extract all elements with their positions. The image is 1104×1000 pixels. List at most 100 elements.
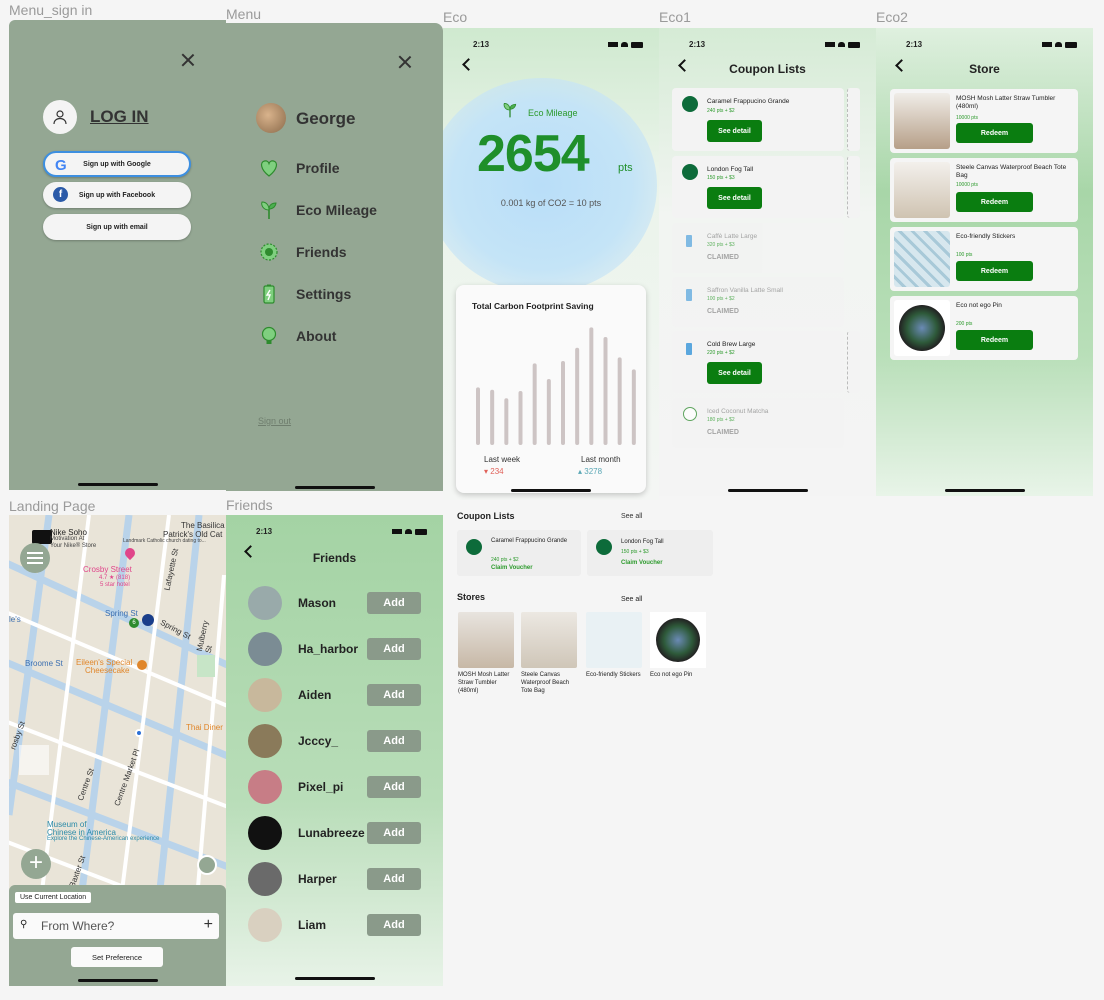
leaf-logo-icon: [683, 407, 697, 421]
coupon-stub: [847, 331, 860, 393]
map-label: Motivation At: [50, 536, 85, 542]
add-friend-button[interactable]: Add: [367, 868, 421, 890]
back-icon[interactable]: [462, 58, 475, 71]
coupon-preview-name: London Fog Tall: [621, 539, 664, 545]
store-item[interactable]: Eco-friendly Stickers 100 pts Redeem: [890, 227, 1078, 291]
landing-screen: Nike Soho Motivation At Your Nike® Store…: [9, 515, 226, 986]
user-avatar[interactable]: [256, 103, 286, 133]
add-friend-button[interactable]: Add: [367, 730, 421, 752]
status-bar: 2:13: [473, 40, 643, 49]
claim-voucher-link[interactable]: Claim Voucher: [491, 565, 533, 571]
from-where-placeholder: From Where?: [41, 919, 115, 933]
google-signup-button[interactable]: G Sign up with Google: [43, 151, 191, 177]
coupon-card[interactable]: London Fog Tall 150 pts + $3 See detail: [672, 156, 844, 218]
coupon-name: Iced Coconut Matcha: [707, 408, 769, 415]
menu-item-profile[interactable]: Profile: [258, 157, 340, 179]
eco-scroll-section: Coupon Lists See all Caramel Frappucino …: [443, 500, 733, 710]
avatar: [248, 908, 282, 942]
menu-item-friends[interactable]: Friends: [258, 241, 347, 263]
current-location-dot: [135, 729, 143, 737]
friend-name: Lunabreeze: [298, 826, 365, 840]
claimed-label: CLAIMED: [707, 254, 739, 261]
see-detail-button[interactable]: See detail: [707, 120, 762, 142]
coupons-see-all-link[interactable]: See all: [621, 513, 642, 520]
set-preference-button[interactable]: Set Preference: [71, 947, 163, 967]
menu-item-settings[interactable]: Settings: [258, 283, 351, 305]
stores-see-all-link[interactable]: See all: [621, 596, 642, 603]
email-signup-button[interactable]: Sign up with email: [43, 214, 191, 240]
chart-bar: [603, 337, 608, 445]
menu-item-about[interactable]: About: [258, 325, 336, 347]
claim-voucher-link[interactable]: Claim Voucher: [621, 560, 663, 566]
redeem-button[interactable]: Redeem: [956, 192, 1033, 212]
store-item[interactable]: Steele Canvas Waterproof Beach Tote Bag …: [890, 158, 1078, 222]
login-title[interactable]: LOG IN: [90, 107, 149, 127]
store-item[interactable]: MOSH Mosh Latter Straw Tumbler (480ml) 1…: [890, 89, 1078, 153]
add-button[interactable]: +: [21, 849, 51, 879]
redeem-button[interactable]: Redeem: [956, 330, 1033, 350]
restaurant-pin-icon[interactable]: [137, 660, 147, 670]
use-current-location-button[interactable]: Use Current Location: [15, 892, 92, 903]
subway-icon[interactable]: [142, 614, 154, 626]
bottom-sheet: Use Current Location ⚲ From Where? + Set…: [9, 885, 226, 986]
store-thumb-stickers[interactable]: [586, 612, 642, 668]
coupon-preview-card[interactable]: London Fog Tall 150 pts + $3 Claim Vouch…: [587, 530, 713, 576]
menu-item-about-label: About: [296, 328, 337, 344]
redeem-button[interactable]: Redeem: [956, 123, 1033, 143]
coupon-pts: 100 pts + $2: [707, 296, 735, 302]
frame-label-eco2: Eco2: [876, 9, 908, 25]
store-thumb-tote[interactable]: [521, 612, 577, 668]
coupon-name: Cold Brew Large: [707, 341, 756, 348]
store-item[interactable]: Eco not ego Pin 200 pts Redeem: [890, 296, 1078, 360]
frame-label-menu: Menu: [226, 6, 262, 22]
add-friend-button[interactable]: Add: [367, 822, 421, 844]
last-month-label: Last month: [581, 455, 621, 464]
coupon-lists-screen: 2:13 Coupon Lists Caramel Frappucino Gra…: [659, 28, 876, 496]
chart-bar: [631, 369, 636, 445]
home-indicator: [77, 483, 158, 486]
eco-screen: 2:13 Eco Mileage 2654 pts 0.001 kg of CO…: [443, 28, 659, 500]
store-thumb-pin[interactable]: [650, 612, 706, 668]
avatar: [248, 632, 282, 666]
menu-item-profile-label: Profile: [296, 160, 340, 176]
menu-item-friends-label: Friends: [296, 244, 347, 260]
coupon-stub: [847, 88, 860, 151]
redeem-button[interactable]: Redeem: [956, 261, 1033, 281]
coupon-preview-card[interactable]: Caramel Frappucino Grande 240 pts + $2 C…: [457, 530, 581, 576]
locate-icon[interactable]: [197, 855, 217, 875]
add-friend-button[interactable]: Add: [367, 592, 421, 614]
add-friend-button[interactable]: Add: [367, 638, 421, 660]
frame-label-landing: Landing Page: [9, 498, 96, 514]
hamburger-menu-button[interactable]: [20, 543, 50, 573]
claimed-label: CLAIMED: [707, 308, 739, 315]
tumbler-image: [894, 93, 950, 149]
see-detail-button[interactable]: See detail: [707, 362, 762, 384]
sprout-icon: [261, 201, 277, 219]
map-label: Broome St: [25, 659, 63, 668]
coupon-card[interactable]: Cold Brew Large 220 pts + $2 See detail: [672, 331, 844, 393]
signout-link[interactable]: Sign out: [258, 416, 291, 426]
avatar: [248, 724, 282, 758]
page-title: Store: [969, 62, 1000, 76]
last-week-label: Last week: [484, 455, 521, 464]
add-friend-button[interactable]: Add: [367, 776, 421, 798]
coupon-lists-header: Coupon Lists: [457, 511, 515, 521]
chart-bar: [532, 363, 537, 445]
map-label: Spring St: [105, 609, 138, 618]
plus-icon[interactable]: +: [204, 916, 213, 934]
from-where-input[interactable]: ⚲ From Where? +: [13, 913, 219, 939]
add-friend-button[interactable]: Add: [367, 914, 421, 936]
status-icons: [1042, 40, 1077, 49]
add-friend-button[interactable]: Add: [367, 684, 421, 706]
store-thumb-tumbler[interactable]: [458, 612, 514, 668]
map-label: Cheesecake: [85, 666, 130, 675]
map-label: Crosby Street: [83, 565, 132, 574]
close-icon[interactable]: [181, 53, 195, 67]
menu-item-eco-mileage[interactable]: Eco Mileage: [258, 199, 377, 221]
see-detail-button[interactable]: See detail: [707, 187, 762, 209]
close-icon[interactable]: [398, 55, 412, 69]
status-icons: [825, 40, 860, 49]
facebook-signup-button[interactable]: f Sign up with Facebook: [43, 182, 191, 208]
coupon-card[interactable]: Caramel Frappucino Grande 240 pts + $2 S…: [672, 88, 844, 151]
store-item-name: Eco-friendly Stickers: [956, 233, 1016, 240]
